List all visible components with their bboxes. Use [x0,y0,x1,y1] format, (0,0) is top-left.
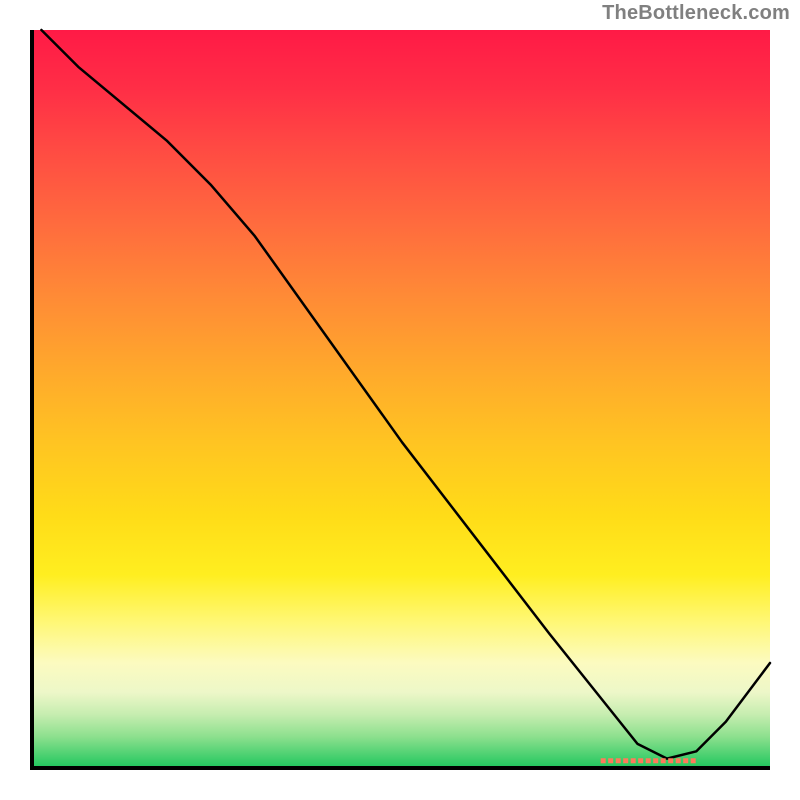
chart-svg [34,30,770,766]
watermark-text: TheBottleneck.com [602,2,790,25]
bottleneck-curve [41,30,770,759]
chart-stage: TheBottleneck.com [0,0,800,800]
plot-area [30,30,770,770]
